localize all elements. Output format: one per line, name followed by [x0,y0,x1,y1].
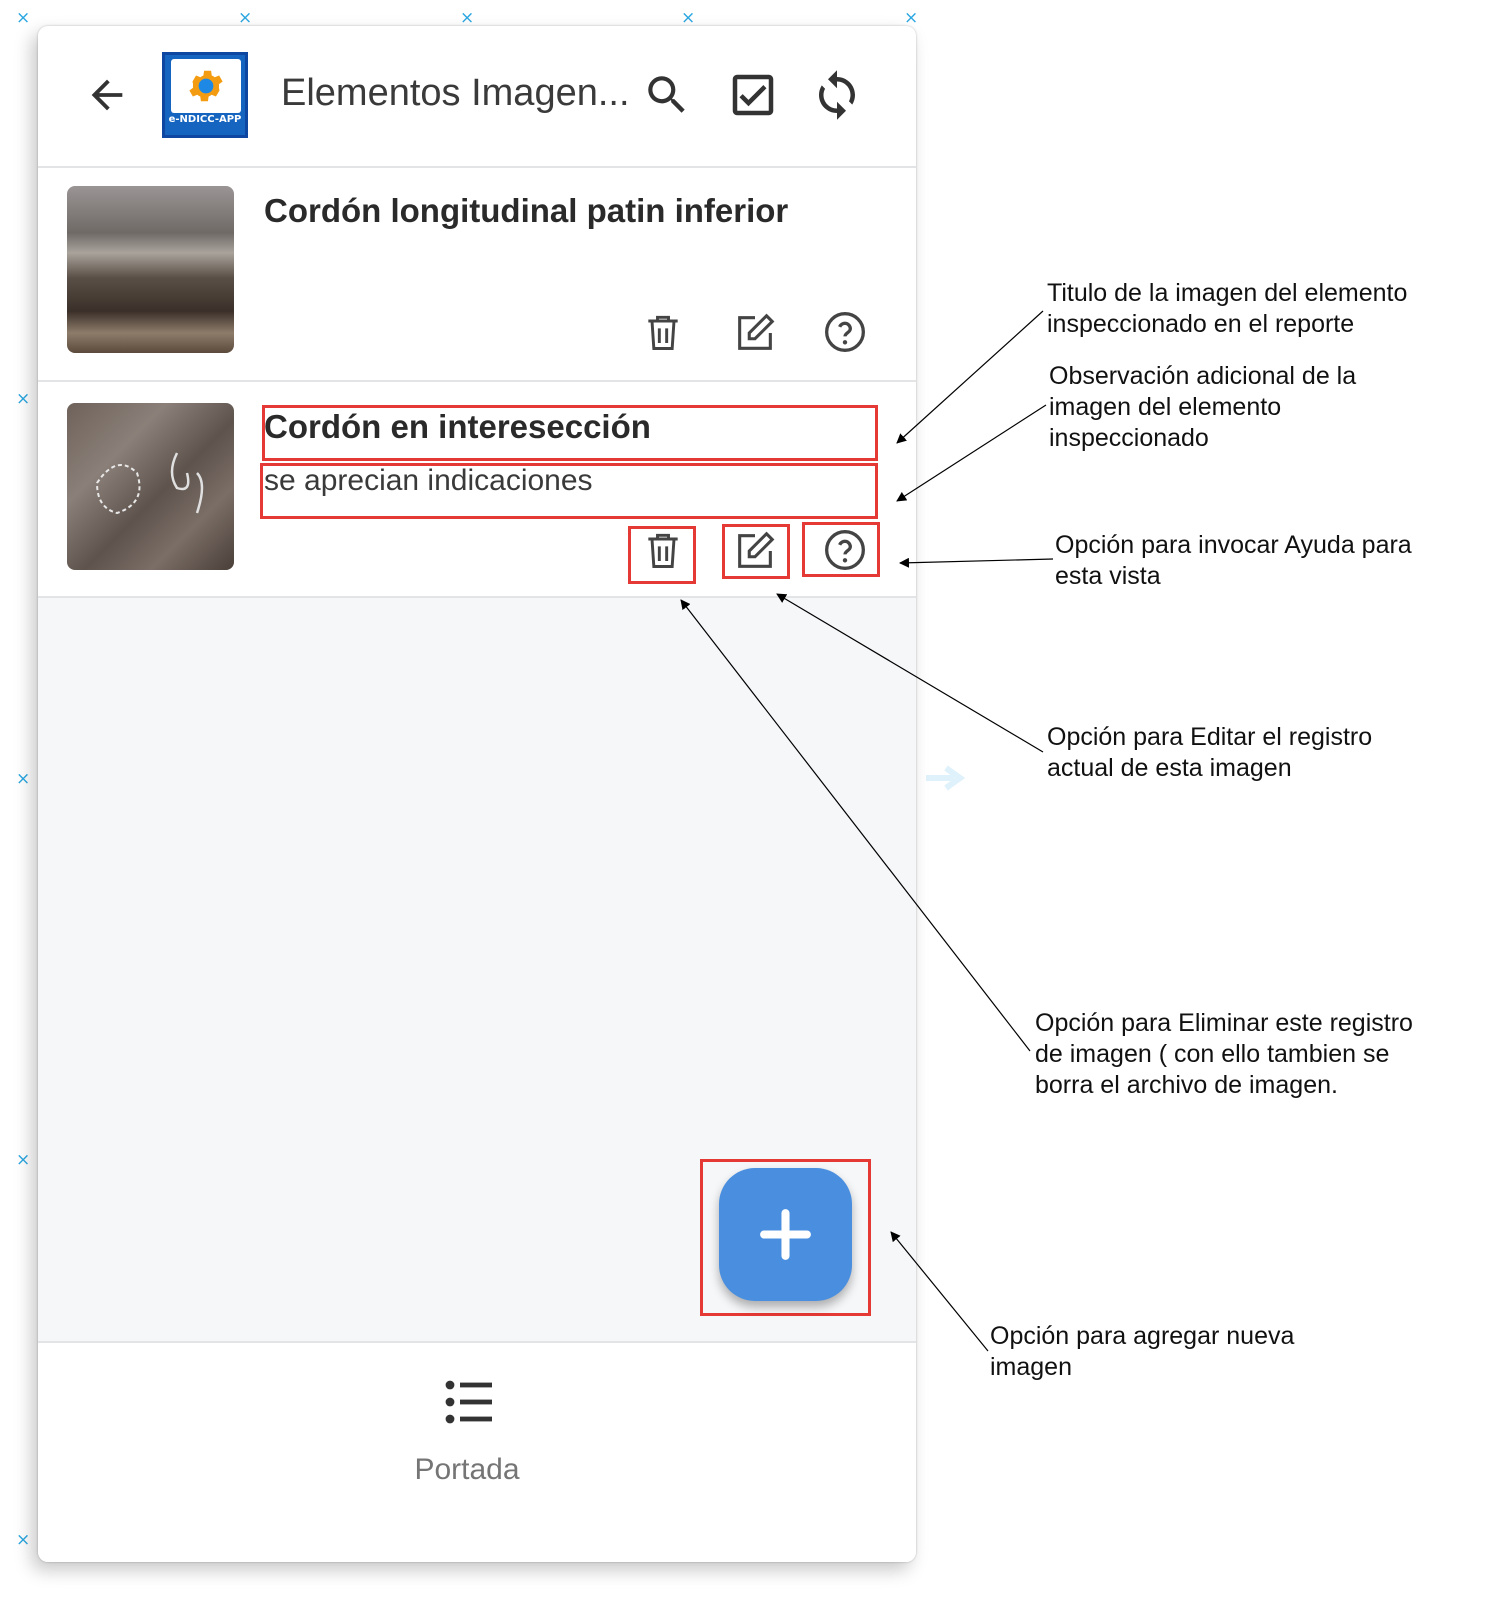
annotation-delete: Opción para Eliminar este registro de im… [1035,1009,1413,1099]
annotation-add: Opción para agregar nueva imagen [990,1322,1295,1381]
annotation-help: Opción para invocar Ayuda para esta vist… [1055,531,1412,590]
annotation-title: Titulo de la imagen del elemento inspecc… [1047,279,1408,338]
annotation-observation: Observación adicional de la imagen del e… [1049,362,1357,452]
annotation-edit: Opción para Editar el registro actual de… [1047,723,1373,782]
